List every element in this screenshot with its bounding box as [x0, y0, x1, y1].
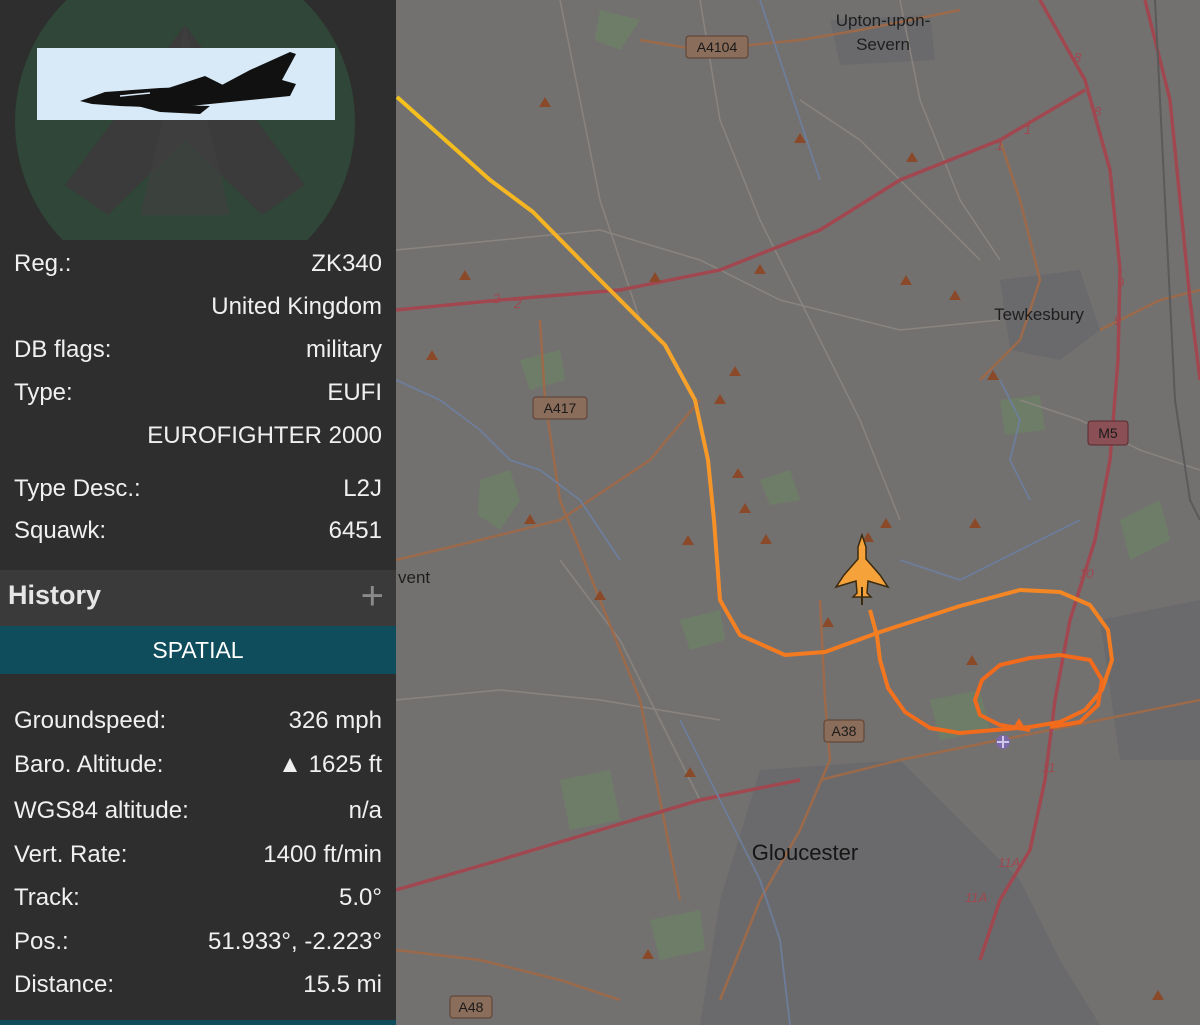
svg-text:2: 2 — [513, 296, 522, 311]
dbflags-row: DB flags: military — [14, 334, 382, 366]
vert-rate-label: Vert. Rate: — [14, 841, 128, 868]
track-value: 5.0° — [339, 884, 382, 911]
wgs84-label: WGS84 altitude: — [14, 797, 189, 824]
bottom-accent-strip — [0, 1020, 396, 1025]
type-value: EUFI — [327, 379, 382, 406]
aircraft-info-sidebar: Reg.: ZK340 United Kingdom DB flags: mil… — [0, 0, 396, 1025]
baro-altitude-label: Baro. Altitude: — [14, 751, 164, 778]
type-name-value: EUROFIGHTER 2000 — [147, 422, 382, 449]
distance-label: Distance: — [14, 971, 115, 998]
squawk-value: 6451 — [328, 517, 382, 544]
place-upton-line1: Upton-upon- — [836, 11, 931, 30]
country-row: United Kingdom — [14, 291, 382, 323]
reg-value: ZK340 — [311, 250, 382, 277]
vert-rate-value: 1400 ft/min — [263, 841, 382, 868]
svg-text:A417: A417 — [544, 400, 577, 416]
squawk-row: Squawk: 6451 — [14, 515, 382, 547]
svg-text:11: 11 — [1042, 760, 1056, 775]
type-label: Type: — [14, 379, 73, 406]
track-row: Track: 5.0° — [14, 882, 382, 914]
place-newent-partial: vent — [398, 568, 430, 587]
typedesc-value: L2J — [343, 475, 382, 502]
svg-text:M5: M5 — [1098, 425, 1118, 441]
typedesc-row: Type Desc.: L2J — [14, 473, 382, 505]
dbflags-value: military — [306, 336, 382, 363]
svg-text:11A: 11A — [998, 855, 1020, 870]
squawk-label: Squawk: — [14, 517, 107, 544]
distance-value: 15.5 mi — [303, 971, 382, 998]
tab-spatial[interactable]: SPATIAL — [0, 626, 396, 674]
history-section-header[interactable]: History + — [0, 570, 396, 626]
groundspeed-row: Groundspeed: 326 mph — [14, 705, 382, 737]
svg-text:10: 10 — [1079, 566, 1094, 581]
road-shield-a48: A48 — [449, 995, 493, 1019]
groundspeed-value: 326 mph — [288, 707, 382, 734]
svg-text:A4104: A4104 — [697, 39, 738, 55]
aircraft-photo — [15, 0, 355, 292]
svg-text:8: 8 — [1094, 104, 1102, 119]
plus-icon[interactable]: + — [361, 574, 384, 618]
history-title: History — [8, 580, 102, 610]
track-label: Track: — [14, 884, 80, 911]
svg-text:A48: A48 — [459, 999, 484, 1015]
svg-text:8: 8 — [1074, 50, 1082, 65]
baro-altitude-value: 1625 ft — [308, 751, 382, 778]
vert-rate-row: Vert. Rate: 1400 ft/min — [14, 839, 382, 871]
distance-row: Distance: 15.5 mi — [14, 969, 382, 1001]
wgs84-row: WGS84 altitude: n/a — [14, 795, 382, 827]
road-shield-m5: M5 — [1087, 420, 1129, 446]
road-shield-a38: A38 — [823, 719, 865, 743]
road-shield-a4104: A4104 — [685, 35, 749, 59]
svg-text:9: 9 — [1117, 275, 1124, 290]
pos-label: Pos.: — [14, 928, 69, 955]
groundspeed-label: Groundspeed: — [14, 707, 167, 734]
map-canvas[interactable]: A4104 A417 A38 A48 M5 8 8 1 1 2 2 9 9 10… — [396, 0, 1200, 1025]
dbflags-label: DB flags: — [14, 336, 112, 363]
map-view[interactable]: A4104 A417 A38 A48 M5 8 8 1 1 2 2 9 9 10… — [396, 0, 1200, 1025]
svg-text:A38: A38 — [832, 723, 857, 739]
place-upton-line2: Severn — [856, 35, 910, 54]
svg-text:9: 9 — [1114, 313, 1121, 328]
baro-altitude-value-group: ▲ 1625 ft — [278, 749, 382, 781]
place-tewkesbury: Tewkesbury — [994, 305, 1084, 324]
typedesc-label: Type Desc.: — [14, 475, 141, 502]
pos-value: 51.933°, -2.223° — [208, 928, 382, 955]
svg-text:11A: 11A — [965, 890, 987, 905]
pos-row: Pos.: 51.933°, -2.223° — [14, 926, 382, 958]
reg-row: Reg.: ZK340 — [14, 248, 382, 280]
svg-text:1: 1 — [1024, 122, 1031, 137]
climb-arrow-icon: ▲ — [278, 751, 302, 778]
svg-text:2: 2 — [492, 291, 501, 306]
country-value: United Kingdom — [211, 293, 382, 320]
type-name-row: EUROFIGHTER 2000 — [14, 420, 382, 452]
svg-text:1: 1 — [996, 138, 1003, 153]
type-row: Type: EUFI — [14, 377, 382, 409]
place-gloucester: Gloucester — [752, 840, 858, 865]
baro-altitude-row: Baro. Altitude: ▲ 1625 ft — [14, 749, 382, 781]
road-shield-a417: A417 — [532, 396, 588, 420]
aircraft-photo-area — [0, 0, 396, 292]
wgs84-value: n/a — [348, 797, 382, 824]
reg-label: Reg.: — [14, 250, 72, 277]
